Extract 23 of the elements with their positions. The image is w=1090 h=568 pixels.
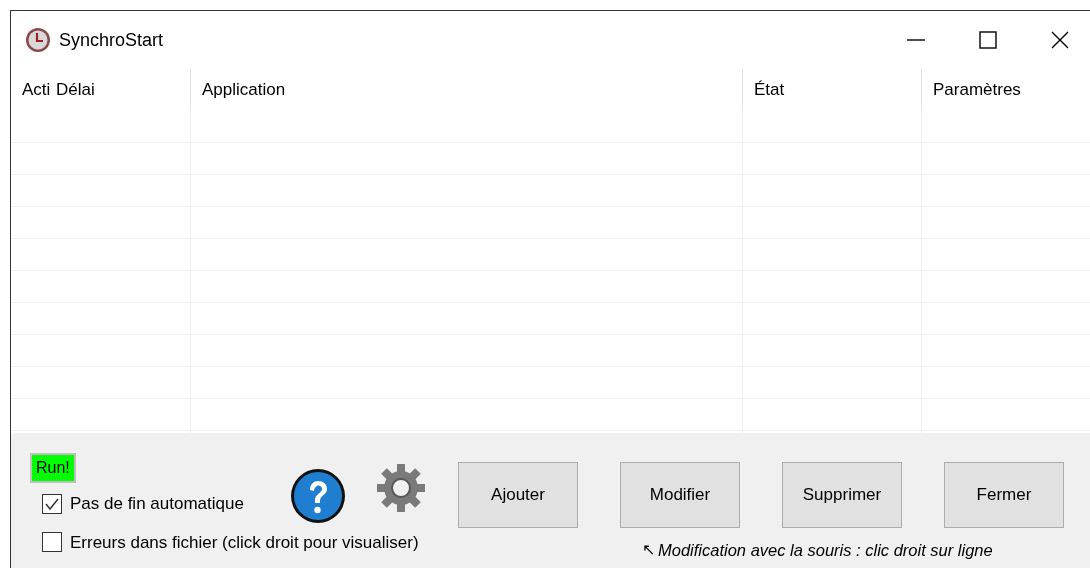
checkbox[interactable]: [42, 493, 62, 514]
checkbox-label[interactable]: Erreurs dans fichier (click droit pour visualiser): [70, 529, 419, 555]
window-title: SynchroStart: [59, 28, 164, 52]
help-icon[interactable]: [290, 468, 346, 524]
action-button[interactable]: Fermer: [944, 462, 1064, 528]
maximize-icon: [978, 30, 998, 50]
minimize-icon: [906, 39, 926, 41]
close-icon: [1050, 30, 1070, 50]
arrow-icon: ↖: [642, 542, 655, 559]
column-header[interactable]: Application: [202, 77, 286, 103]
gear-icon[interactable]: [374, 461, 428, 515]
checkbox[interactable]: [42, 532, 62, 553]
hint-text: Modification avec la souris : clic droit sur ligne: [658, 540, 993, 561]
column-header[interactable]: Acti: [22, 77, 51, 103]
action-button[interactable]: Modifier: [620, 462, 740, 528]
column-header[interactable]: Délai: [56, 77, 95, 103]
checkbox-label[interactable]: Pas de fin automatique: [70, 491, 244, 517]
column-header[interactable]: État: [754, 77, 785, 103]
action-button[interactable]: Supprimer: [782, 462, 902, 528]
action-button[interactable]: Ajouter: [458, 462, 578, 528]
clock-icon: [25, 27, 51, 53]
column-header[interactable]: Paramètres: [933, 77, 1021, 103]
status-label: Run!: [30, 453, 76, 483]
